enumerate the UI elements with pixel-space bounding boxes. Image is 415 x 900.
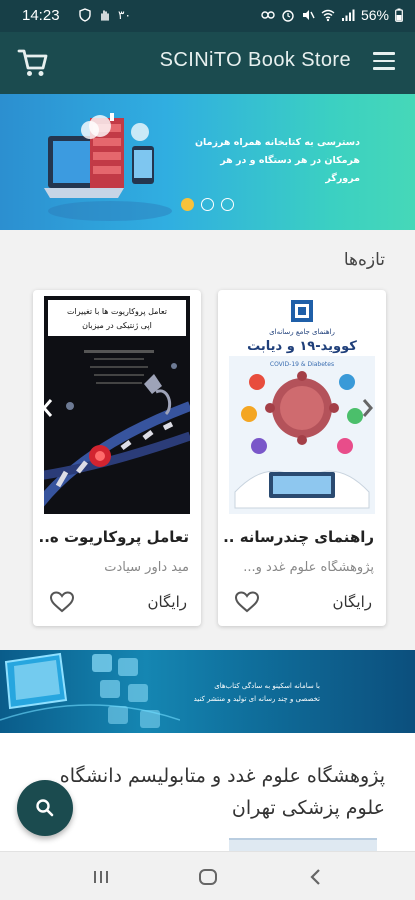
status-time: 14:23 (22, 7, 60, 24)
carousel-dots (181, 198, 234, 211)
carousel-dot-2[interactable] (201, 198, 214, 211)
hero-text: دسترسی به کتابخانه همراه هرزمان هرمکان د… (190, 134, 360, 188)
hero-text-line2: هرمکان در هر دستگاه و در هر مرورگر (220, 155, 360, 184)
book-card[interactable]: تعامل پروکاریوت ها با تغییرات اپی ژنتیکی… (33, 290, 201, 626)
alarm-icon (282, 10, 294, 22)
library-illustration-icon (44, 113, 172, 221)
carousel-dot-1[interactable] (181, 198, 194, 211)
book-author: مید داور سیادت (104, 560, 189, 575)
signal-icon (341, 9, 355, 21)
cover-english-text: COVID-19 & Diabetes (270, 361, 334, 368)
book-title: راهنمای چندرسانه ... (224, 528, 374, 546)
status-left-icons: ۳۰ (78, 8, 131, 22)
monitor-illustration-icon (0, 652, 180, 728)
promo-text-line1: با سامانه اسکینو به سادگی کتاب‌های (214, 682, 320, 690)
wifi-icon (321, 9, 335, 22)
book-cover-image: راهنمای جامع رسانه‌ای کووید-۱۹ و دیابت C… (229, 296, 375, 514)
book-price: رایگان (147, 593, 187, 611)
status-bar: 14:23 ۳۰ 56% (0, 0, 415, 32)
heart-icon[interactable] (49, 590, 75, 614)
book-card[interactable]: راهنمای جامع رسانه‌ای کووید-۱۹ و دیابت C… (218, 290, 386, 626)
carousel-dot-3[interactable] (221, 198, 234, 211)
shield-icon (79, 8, 91, 22)
status-number: ۳۰ (118, 8, 131, 22)
book-title: تعامل پروکاریوت ه... (39, 528, 189, 546)
system-nav-bar (0, 851, 415, 900)
cover-subtitle-text: اپی ژنتیکی در میزبان (82, 321, 152, 330)
mute-icon (302, 10, 315, 20)
promo-text-line2: تخصصی و چند رسانه ای تولید و منتشر کنید (193, 695, 320, 703)
battery-icon (395, 8, 403, 22)
hand-icon (101, 10, 109, 21)
hamburger-menu-icon[interactable] (373, 52, 395, 74)
hero-banner[interactable]: دسترسی به کتابخانه همراه هرزمان هرمکان د… (0, 94, 415, 230)
heart-icon[interactable] (234, 590, 260, 614)
search-icon (36, 799, 54, 817)
cart-icon[interactable] (16, 46, 50, 80)
book-author: پژوهشگاه علوم غدد و... (243, 560, 374, 575)
app-title: SCINiTO Book Store (159, 49, 351, 71)
hero-text-line1: دسترسی به کتابخانه همراه هرزمان (194, 137, 360, 148)
back-icon[interactable] (305, 866, 327, 888)
cover-subtitle-text: کووید-۱۹ و دیابت (247, 339, 357, 354)
home-icon[interactable] (197, 866, 219, 888)
status-right-icons: 56% (261, 7, 403, 23)
promo-banner-text: با سامانه اسکینو به سادگی کتاب‌های تخصصی… (170, 680, 320, 706)
link-icon (261, 11, 275, 19)
book-cover-image: تعامل پروکاریوت ها با تغییرات اپی ژنتیکی… (44, 296, 190, 514)
chevron-left-icon[interactable] (40, 397, 54, 419)
app-bar: SCINiTO Book Store (0, 32, 415, 94)
book-price: رایگان (332, 593, 372, 611)
cover-title-text: تعامل پروکاریوت ها با تغییرات (67, 307, 167, 316)
new-section-title: تازه‌ها (343, 250, 385, 270)
cover-title-text: راهنمای جامع رسانه‌ای (269, 328, 335, 336)
publisher-section-title: پژوهشگاه علوم غدد و متابولیسم دانشگاه عل… (59, 765, 385, 819)
battery-level: 56% (360, 7, 389, 23)
chevron-right-icon[interactable] (361, 397, 375, 419)
book-card-peek[interactable] (229, 838, 377, 852)
promo-banner[interactable]: با سامانه اسکینو به سادگی کتاب‌های تخصصی… (0, 650, 415, 733)
recent-apps-icon[interactable] (90, 866, 112, 888)
search-fab-button[interactable] (17, 780, 73, 836)
